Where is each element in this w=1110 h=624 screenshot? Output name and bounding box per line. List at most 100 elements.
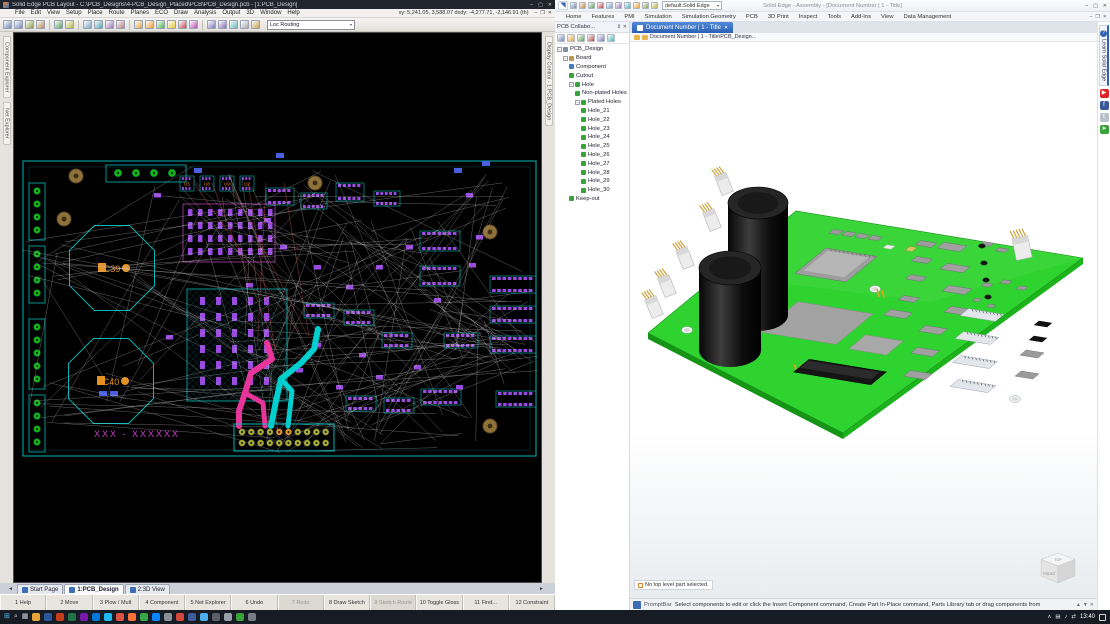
document-tab[interactable]: Document Number | 1 - Title ✕ <box>632 22 733 33</box>
toolbar-icon-8[interactable] <box>83 20 92 29</box>
mdi-close-button[interactable]: ✕ <box>548 10 552 16</box>
pin-icon[interactable]: ⊻ <box>617 24 621 30</box>
fkey-1-help[interactable]: 1 Help <box>0 595 46 610</box>
ribbon-tab-features[interactable]: Features <box>586 14 619 20</box>
menu-setup[interactable]: Setup <box>63 10 85 16</box>
menu-route[interactable]: Route <box>106 10 128 16</box>
maximize-button[interactable]: ▢ <box>538 2 543 8</box>
tree-expander-icon[interactable]: − <box>563 56 568 61</box>
toolbar-icon-24[interactable] <box>251 20 260 29</box>
taskbar-app-icon-12[interactable] <box>176 613 184 621</box>
taskbar-app-icon-7[interactable] <box>116 613 124 621</box>
prompt-prev-icon[interactable]: ▲ <box>1076 602 1081 608</box>
tree-item-hole-21[interactable]: Hole_21 <box>555 107 629 116</box>
ribbon-tab-simulation[interactable]: Simulation <box>640 14 677 20</box>
doc-close-button[interactable]: ✕ <box>1103 14 1107 20</box>
prompt-close-icon[interactable]: ✕ <box>1090 602 1094 608</box>
fkey-2-move[interactable]: 2 Move <box>46 595 92 610</box>
taskbar-app-icon-4[interactable] <box>80 613 88 621</box>
qat-icon-5[interactable] <box>615 2 622 9</box>
solid-edge-titlebar[interactable]: ◥ default.Solid Edge ▾ Solid Edge - Asse… <box>555 0 1110 12</box>
mdi-restore-button[interactable]: ❐ <box>540 10 544 16</box>
ribbon-tab-pcb[interactable]: PCB <box>741 14 763 20</box>
toolbar-icon-22[interactable] <box>229 20 238 29</box>
qat-icon-1[interactable] <box>579 2 586 9</box>
routing-mode-dropdown[interactable]: Loc Routing▾ <box>267 20 355 30</box>
toolbar-icon-6[interactable] <box>65 20 74 29</box>
tree-item-hole-30[interactable]: Hole_30 <box>555 186 629 195</box>
panel-tool-icon-5[interactable] <box>607 34 615 42</box>
toolbar-icon-20[interactable] <box>207 20 216 29</box>
checkbox-icon[interactable] <box>638 583 643 588</box>
tree-expander-icon[interactable]: − <box>557 47 562 52</box>
qat-icon-8[interactable] <box>642 2 649 9</box>
ribbon-tab-3d-print[interactable]: 3D Print <box>763 14 794 20</box>
fkey-4-component[interactable]: 4 Component <box>139 595 185 610</box>
toolbar-icon-16[interactable] <box>167 20 176 29</box>
taskbar-app-icon-13[interactable] <box>188 613 196 621</box>
start-button[interactable]: ⊞ <box>4 611 10 623</box>
qat-icon-3[interactable] <box>597 2 604 9</box>
qat-icon-4[interactable] <box>606 2 613 9</box>
pcb-layout-canvas[interactable]: C39C40U5U8U9U2XXX - XXXXXX <box>13 32 542 583</box>
menu-3d[interactable]: 3D <box>243 10 257 16</box>
toolbar-icon-14[interactable] <box>145 20 154 29</box>
task-view-icon[interactable]: ▦ <box>22 611 29 623</box>
toolbar-icon-17[interactable] <box>178 20 187 29</box>
tree-item-component[interactable]: Component <box>555 63 629 72</box>
tree-item-hole-25[interactable]: Hole_25 <box>555 142 629 151</box>
panel-close-icon[interactable]: ✕ <box>623 24 627 30</box>
taskbar-app-icon-10[interactable] <box>152 613 160 621</box>
doc-tab-1-pcb-design[interactable]: 1:PCB_Design <box>64 584 123 594</box>
tab-scroll-right-icon[interactable]: ► <box>539 586 544 592</box>
doc-tab-start-page[interactable]: Start Page <box>17 584 63 594</box>
net-explorer-tab[interactable]: Net Explorer <box>3 102 11 145</box>
pcb-design-drawing[interactable]: C39C40U5U8U9U2XXX - XXXXXX <box>14 33 542 583</box>
taskbar-app-icon-0[interactable] <box>32 613 40 621</box>
tab-close-icon[interactable]: ✕ <box>724 25 728 31</box>
toolbar-icon-11[interactable] <box>116 20 125 29</box>
toolbar-icon-2[interactable] <box>25 20 34 29</box>
toolbar-icon-5[interactable] <box>54 20 63 29</box>
toolbar-icon-23[interactable] <box>240 20 249 29</box>
notification-center-icon[interactable] <box>1099 614 1106 621</box>
tray-chevron-icon[interactable]: ∧ <box>1047 614 1051 620</box>
fkey-5-net-explorer[interactable]: 5 Net Explorer <box>185 595 231 610</box>
assembly-3d-viewport[interactable]: TOPFRONT No top level part selected. <box>630 42 1097 598</box>
toolbar-icon-9[interactable] <box>94 20 103 29</box>
fkey-11-find-[interactable]: 11 Find... <box>463 595 509 610</box>
taskbar-app-icon-5[interactable] <box>92 613 100 621</box>
toolbar-icon-1[interactable] <box>14 20 23 29</box>
toolbar-icon-15[interactable] <box>156 20 165 29</box>
pcb-layout-titlebar[interactable]: Solid Edge PCB Layout - C:\PCB_Designs\4… <box>0 0 555 9</box>
taskbar-app-icon-16[interactable] <box>224 613 232 621</box>
ribbon-tab-data-management[interactable]: Data Management <box>898 14 956 20</box>
menu-analysis[interactable]: Analysis <box>191 10 219 16</box>
taskbar-app-icon-9[interactable] <box>140 613 148 621</box>
close-button[interactable]: ✕ <box>548 2 552 8</box>
tree-item-hole-22[interactable]: Hole_22 <box>555 115 629 124</box>
fkey-8-draw-sketch[interactable]: 8 Draw Sketch <box>324 595 370 610</box>
toolbar-icon-0[interactable] <box>3 20 12 29</box>
qat-icon-0[interactable] <box>570 2 577 9</box>
facebook-icon[interactable]: f <box>1100 101 1109 110</box>
taskbar-app-icon-8[interactable] <box>128 613 136 621</box>
toolbar-icon-10[interactable] <box>105 20 114 29</box>
taskbar-app-icon-2[interactable] <box>56 613 64 621</box>
ribbon-tab-home[interactable]: Home <box>561 14 586 20</box>
menu-planes[interactable]: Planes <box>128 10 152 16</box>
tab-scroll-left-icon[interactable]: ◄ <box>8 586 13 592</box>
ribbon-tab-pmi[interactable]: PMI <box>619 14 639 20</box>
community-icon[interactable]: ➤ <box>1100 125 1109 134</box>
learn-solid-edge-tab[interactable]: ? Learn Solid Edge <box>1099 25 1109 86</box>
fkey-12-constraint[interactable]: 12 Constraint <box>509 595 555 610</box>
component-explorer-tab[interactable]: Component Explorer <box>3 36 11 98</box>
minimize-button[interactable]: – <box>530 2 533 8</box>
taskbar-app-icon-11[interactable] <box>164 613 172 621</box>
tree-item-pcb-design[interactable]: −PCB_Design <box>555 45 629 54</box>
maximize-button[interactable]: ▢ <box>1093 3 1098 9</box>
tree-item-hole-26[interactable]: Hole_26 <box>555 151 629 160</box>
menu-draw[interactable]: Draw <box>171 10 191 16</box>
toolbar-icon-3[interactable] <box>36 20 45 29</box>
ribbon-tab-inspect[interactable]: Inspect <box>794 14 823 20</box>
